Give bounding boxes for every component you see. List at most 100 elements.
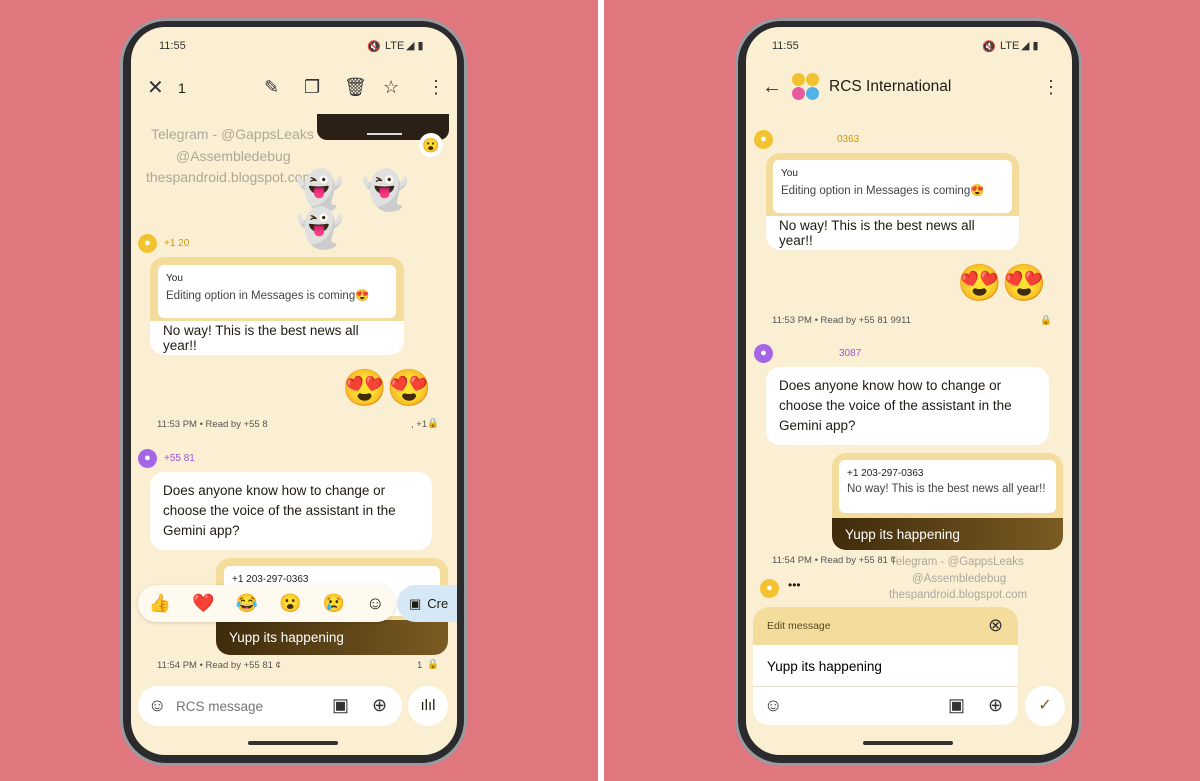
voice-button[interactable]: ılıl bbox=[408, 686, 448, 726]
reply-bubble[interactable]: You Editing option in Messages is coming… bbox=[150, 257, 404, 355]
add-icon[interactable]: ⊕ bbox=[988, 696, 1003, 714]
message-input[interactable] bbox=[176, 696, 316, 716]
gallery-icon[interactable]: ▣ bbox=[332, 696, 349, 714]
message-text: Yupp its happening bbox=[216, 620, 448, 655]
lock-icon: 🔒 bbox=[1040, 315, 1052, 326]
confirm-edit-button[interactable]: ✓ bbox=[1025, 686, 1065, 726]
message-meta: 11:54 PM • Read by +55 81 ¢ bbox=[157, 660, 281, 671]
reaction-heart[interactable]: ❤️ bbox=[192, 593, 214, 614]
avatar[interactable]: ● bbox=[138, 234, 157, 253]
cancel-edit-icon[interactable]: ⊗ bbox=[988, 616, 1003, 634]
watermark-line: Telegram - @GappsLeaks bbox=[151, 126, 314, 142]
message-text: Yupp its happening bbox=[832, 518, 1063, 550]
watermark-line: @Assembledebug bbox=[176, 148, 291, 164]
typing-indicator: ••• bbox=[788, 578, 801, 592]
quote-text: Editing option in Messages is coming😍 bbox=[166, 290, 370, 302]
quoted-message[interactable]: You Editing option in Messages is coming… bbox=[158, 265, 396, 318]
sent-reply-bubble[interactable]: +1 203-297-0363 No way! This is the best… bbox=[832, 453, 1063, 550]
reaction-picker: 👍 ❤️ 😂 😮 😢 ☺ bbox=[138, 585, 395, 622]
home-indicator[interactable] bbox=[248, 741, 338, 745]
sender-name: 0363 bbox=[837, 134, 860, 145]
edit-message-input[interactable] bbox=[767, 655, 997, 677]
more-icon[interactable]: ⋮ bbox=[427, 78, 445, 96]
quote-text: Editing option in Messages is coming😍 bbox=[781, 185, 985, 197]
network-label: LTE bbox=[1000, 40, 1020, 52]
network-label: LTE bbox=[385, 40, 405, 52]
panel-divider bbox=[598, 0, 604, 781]
emoji-message[interactable]: 😍😍 bbox=[342, 370, 432, 406]
watermark-line: @Assembledebug bbox=[912, 573, 1007, 585]
message-meta-right: 1 bbox=[417, 660, 423, 671]
avatar[interactable]: ● bbox=[760, 579, 779, 598]
phone-screen-right: 11:55 🔇 LTE ◢ ▮ ← RCS International ⋮ ● … bbox=[746, 27, 1072, 755]
create-icon: ▣ bbox=[409, 595, 422, 611]
quote-author: +1 203-297-0363 bbox=[847, 468, 924, 479]
add-icon[interactable]: ⊕ bbox=[372, 696, 387, 714]
reaction-sad[interactable]: 😢 bbox=[323, 593, 345, 614]
watermark-line: thespandroid.blogspot.com bbox=[889, 589, 1028, 601]
reaction-emoji: 😮 bbox=[422, 137, 440, 153]
avatar[interactable]: ● bbox=[754, 344, 773, 363]
more-icon[interactable]: ⋮ bbox=[1042, 78, 1060, 96]
message-bubble[interactable]: Does anyone know how to change or choose… bbox=[150, 472, 432, 550]
status-time: 11:55 bbox=[772, 40, 799, 52]
edit-pencil-icon[interactable]: ✎ bbox=[264, 78, 279, 96]
reaction-surprised[interactable]: 😮 bbox=[279, 593, 301, 614]
home-indicator[interactable] bbox=[863, 741, 953, 745]
divider bbox=[753, 686, 1018, 687]
conversation-title[interactable]: RCS International bbox=[829, 78, 951, 96]
star-icon[interactable]: ☆ bbox=[383, 78, 399, 96]
reaction-thumbs-up[interactable]: 👍 bbox=[149, 593, 171, 614]
quoted-message[interactable]: +1 203-297-0363 No way! This is the best… bbox=[839, 460, 1056, 513]
gallery-icon[interactable]: ▣ bbox=[948, 696, 965, 714]
reply-bubble[interactable]: You Editing option in Messages is coming… bbox=[766, 153, 1019, 250]
emoji-message[interactable]: 😍😍 bbox=[957, 265, 1047, 301]
message-meta-right: , +1 bbox=[411, 419, 428, 430]
waveform-icon: ılıl bbox=[420, 697, 436, 714]
compose-bar: ☺ ▣ ⊕ bbox=[138, 686, 402, 726]
avatar[interactable]: ● bbox=[138, 449, 157, 468]
signal-battery-icon: ◢ ▮ bbox=[1021, 40, 1039, 52]
lock-icon: 🔒 bbox=[427, 418, 439, 429]
ghost-emoji-message[interactable]: 👻 👻 👻 bbox=[296, 172, 457, 248]
avatar[interactable]: ● bbox=[754, 130, 773, 149]
edit-message-panel: Edit message ⊗ ☺ ▣ ⊕ bbox=[753, 607, 1018, 725]
group-avatar[interactable] bbox=[792, 73, 820, 101]
watermark-line: thespandroid.blogspot.com bbox=[146, 169, 315, 185]
edit-header-label: Edit message bbox=[767, 620, 831, 632]
create-button[interactable]: ▣ Cre bbox=[397, 585, 457, 622]
status-time: 11:55 bbox=[159, 40, 186, 52]
quote-author: +1 203-297-0363 bbox=[232, 574, 309, 585]
mute-icon: 🔇 bbox=[982, 41, 996, 53]
emoji-icon[interactable]: ☺ bbox=[148, 696, 166, 714]
checkmark-icon: ✓ bbox=[1038, 697, 1052, 714]
sender-name: +1 20 bbox=[164, 238, 190, 249]
message-text: No way! This is the best news all year!! bbox=[766, 216, 1019, 250]
quoted-message[interactable]: You Editing option in Messages is coming… bbox=[773, 160, 1012, 213]
sender-name: 3087 bbox=[839, 348, 862, 359]
sender-name: +55 81 bbox=[164, 453, 195, 464]
reaction-count: 2 bbox=[440, 130, 446, 140]
copy-icon[interactable]: ❐ bbox=[304, 78, 320, 96]
edit-header: Edit message ⊗ bbox=[753, 607, 1018, 645]
drag-handle bbox=[367, 133, 402, 135]
signal-battery-icon: ◢ ▮ bbox=[406, 40, 424, 52]
emoji-icon[interactable]: ☺ bbox=[764, 696, 782, 714]
lock-icon: 🔒 bbox=[427, 659, 439, 670]
back-arrow-icon[interactable]: ← bbox=[762, 77, 782, 97]
quote-text: No way! This is the best news all year!! bbox=[847, 483, 1046, 495]
message-bubble[interactable]: Does anyone know how to change or choose… bbox=[766, 367, 1049, 445]
mute-icon: 🔇 bbox=[367, 41, 381, 53]
message-text: No way! This is the best news all year!! bbox=[150, 321, 404, 355]
add-reaction-icon[interactable]: ☺ bbox=[366, 593, 384, 614]
delete-icon[interactable]: 🗑 bbox=[344, 78, 367, 96]
message-meta: 11:54 PM • Read by +55 81 ¢ bbox=[772, 555, 896, 566]
watermark-line: Telegram - @GappsLeaks bbox=[890, 556, 1024, 568]
message-meta: 11:53 PM • Read by +55 81 9911 bbox=[772, 315, 911, 326]
reaction-laugh[interactable]: 😂 bbox=[236, 593, 258, 614]
message-meta: 11:53 PM • Read by +55 8 bbox=[157, 419, 268, 430]
phone-screen-left: 11:55 🔇 LTE ◢ ▮ ✕ 1 ✎ ❐ 🗑 ☆ ⋮ 😮 2 Telegr… bbox=[131, 27, 457, 755]
close-icon[interactable]: ✕ bbox=[147, 78, 164, 98]
quote-author: You bbox=[166, 273, 183, 284]
quote-author: You bbox=[781, 168, 798, 179]
